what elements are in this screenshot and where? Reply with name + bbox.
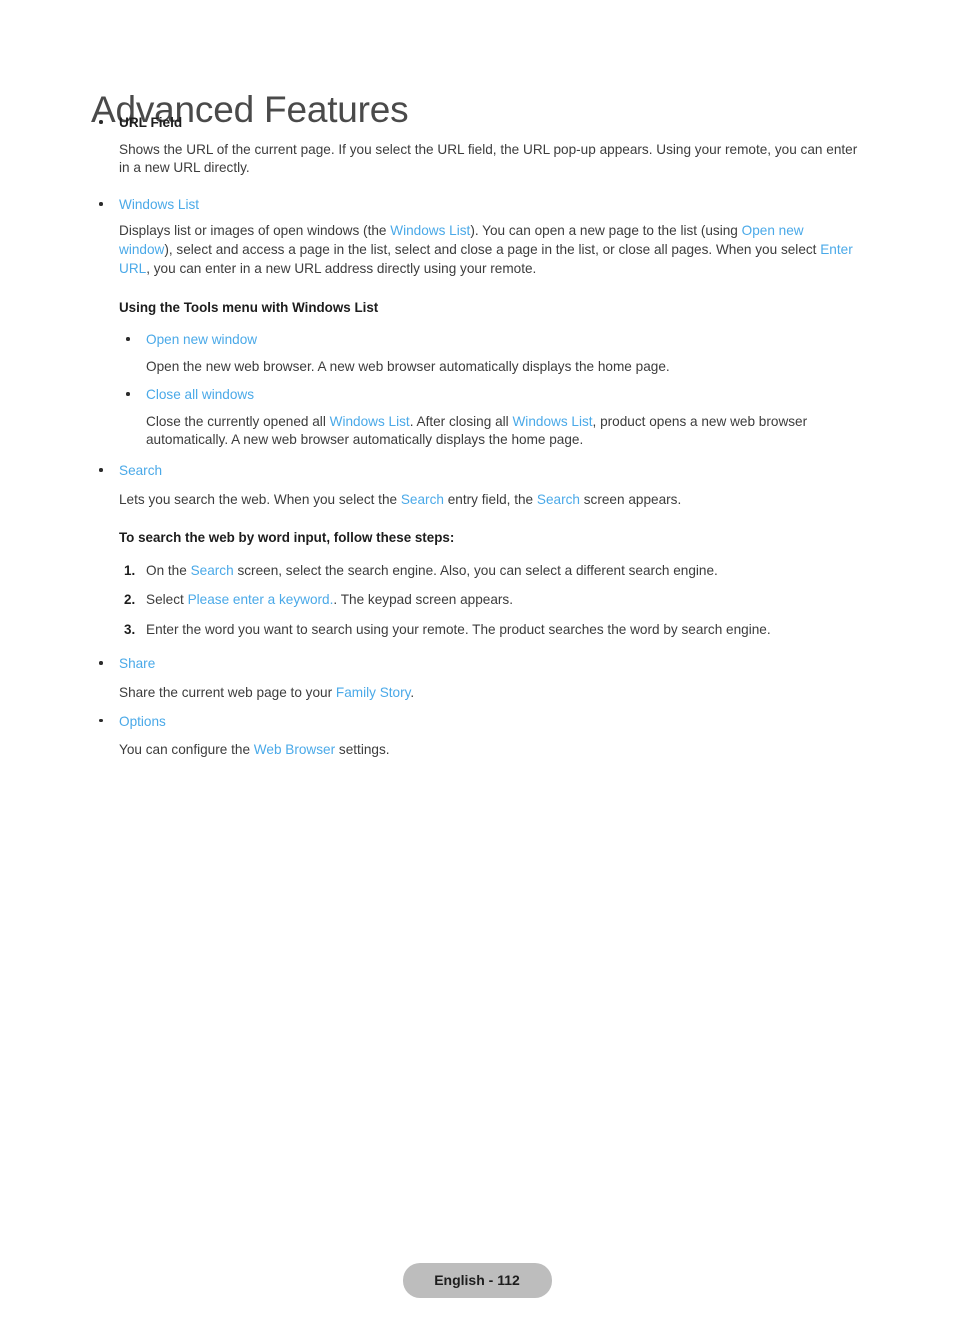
text-segment: Close the currently opened all [146,413,330,429]
bullet-label-url-field: URL Field [119,115,183,130]
bullet-dot-icon [99,661,103,665]
text-url-field-body: Shows the URL of the current page. If yo… [119,141,858,176]
bullet-dot-icon [99,468,103,472]
bullet-dot-icon [99,120,103,124]
text-segment: , you can enter in a new URL address dir… [146,260,537,276]
step-number: 3. [124,621,136,637]
ref-family-story[interactable]: Family Story [336,685,411,700]
bullet-label-options[interactable]: Options [119,714,166,729]
paragraph-close-all-windows: Close the currently opened all Windows L… [0,413,954,450]
text-segment: ). You can open a new page to the list (… [470,223,742,239]
bullet-options: Options [0,713,954,732]
text-segment: screen, select the search engine. Also, … [233,562,718,578]
step-item: 1. On the Search screen, select the sear… [0,562,954,581]
paragraph-url-field: Shows the URL of the current page. If yo… [0,141,954,178]
text-segment: Select [146,592,188,608]
text-segment: Share the current web page to your [119,684,336,700]
text-segment: screen appears. [579,491,682,507]
bullet-label-search[interactable]: Search [119,463,162,478]
text-segment: . After closing all [409,413,513,429]
bullet-open-new-window: Open new window [0,331,954,350]
page-footer: English - 112 [0,1263,954,1298]
bullet-label-share[interactable]: Share [119,656,155,671]
ref-web-browser[interactable]: Web Browser [254,742,335,757]
text-segment: Enter the word you want to search using … [146,621,771,637]
document-content: URL Field Shows the URL of the current p… [0,114,954,760]
ref-please-enter-a-keyword[interactable]: Please enter a keyword. [188,592,334,607]
page-number-badge: English - 112 [402,1263,552,1298]
paragraph-windows-list: Displays list or images of open windows … [0,222,954,278]
bullet-share: Share [0,655,954,674]
step-number: 1. [124,562,136,578]
text-segment: Displays list or images of open windows … [119,223,391,239]
step-item: 2. Select Please enter a keyword.. The k… [0,591,954,610]
document-page: Advanced Features URL Field Shows the UR… [0,0,954,1342]
text-segment: You can configure the [119,742,254,758]
subheading-search-steps: To search the web by word input, follow … [119,530,455,546]
bullet-label-open-new-window[interactable]: Open new window [146,332,257,347]
bullet-dot-icon [126,337,130,341]
bullet-dot-icon [99,718,103,723]
text-segment: . [410,684,415,700]
text-segment: entry field, the [443,491,537,507]
bullet-label-windows-list[interactable]: Windows List [119,197,199,212]
ref-search-3[interactable]: Search [191,563,234,578]
step-item: 3. Enter the word you want to search usi… [0,621,954,640]
text-segment: Open the new web browser. A new web brow… [146,358,670,374]
ref-windows-list-1[interactable]: Windows List [390,223,470,238]
text-segment: ), select and access a page in the list,… [164,242,821,258]
text-segment: settings. [335,742,390,758]
text-segment: Lets you search the web. When you select… [119,491,401,507]
bullet-search: Search [0,462,954,481]
bullet-close-all-windows: Close all windows [0,386,954,405]
bullet-dot-icon [99,201,103,206]
ref-windows-list-2[interactable]: Windows List [330,414,410,429]
paragraph-options: You can configure the Web Browser settin… [0,741,954,760]
text-segment: On the [146,562,191,578]
paragraph-search: Lets you search the web. When you select… [0,491,954,510]
step-number: 2. [124,592,136,608]
ref-search-2[interactable]: Search [537,492,580,507]
bullet-windows-list: Windows List [0,196,954,215]
text-segment: . The keypad screen appears. [333,592,514,608]
bullet-url-field: URL Field [0,114,954,133]
paragraph-open-new-window: Open the new web browser. A new web brow… [0,358,954,377]
bullet-label-close-all-windows[interactable]: Close all windows [146,387,254,402]
paragraph-share: Share the current web page to your Famil… [0,684,954,703]
ref-windows-list-3[interactable]: Windows List [512,414,592,429]
ref-search-1[interactable]: Search [401,492,444,507]
subheading-tools-menu: Using the Tools menu with Windows List [119,299,379,315]
bullet-dot-icon [126,392,130,396]
